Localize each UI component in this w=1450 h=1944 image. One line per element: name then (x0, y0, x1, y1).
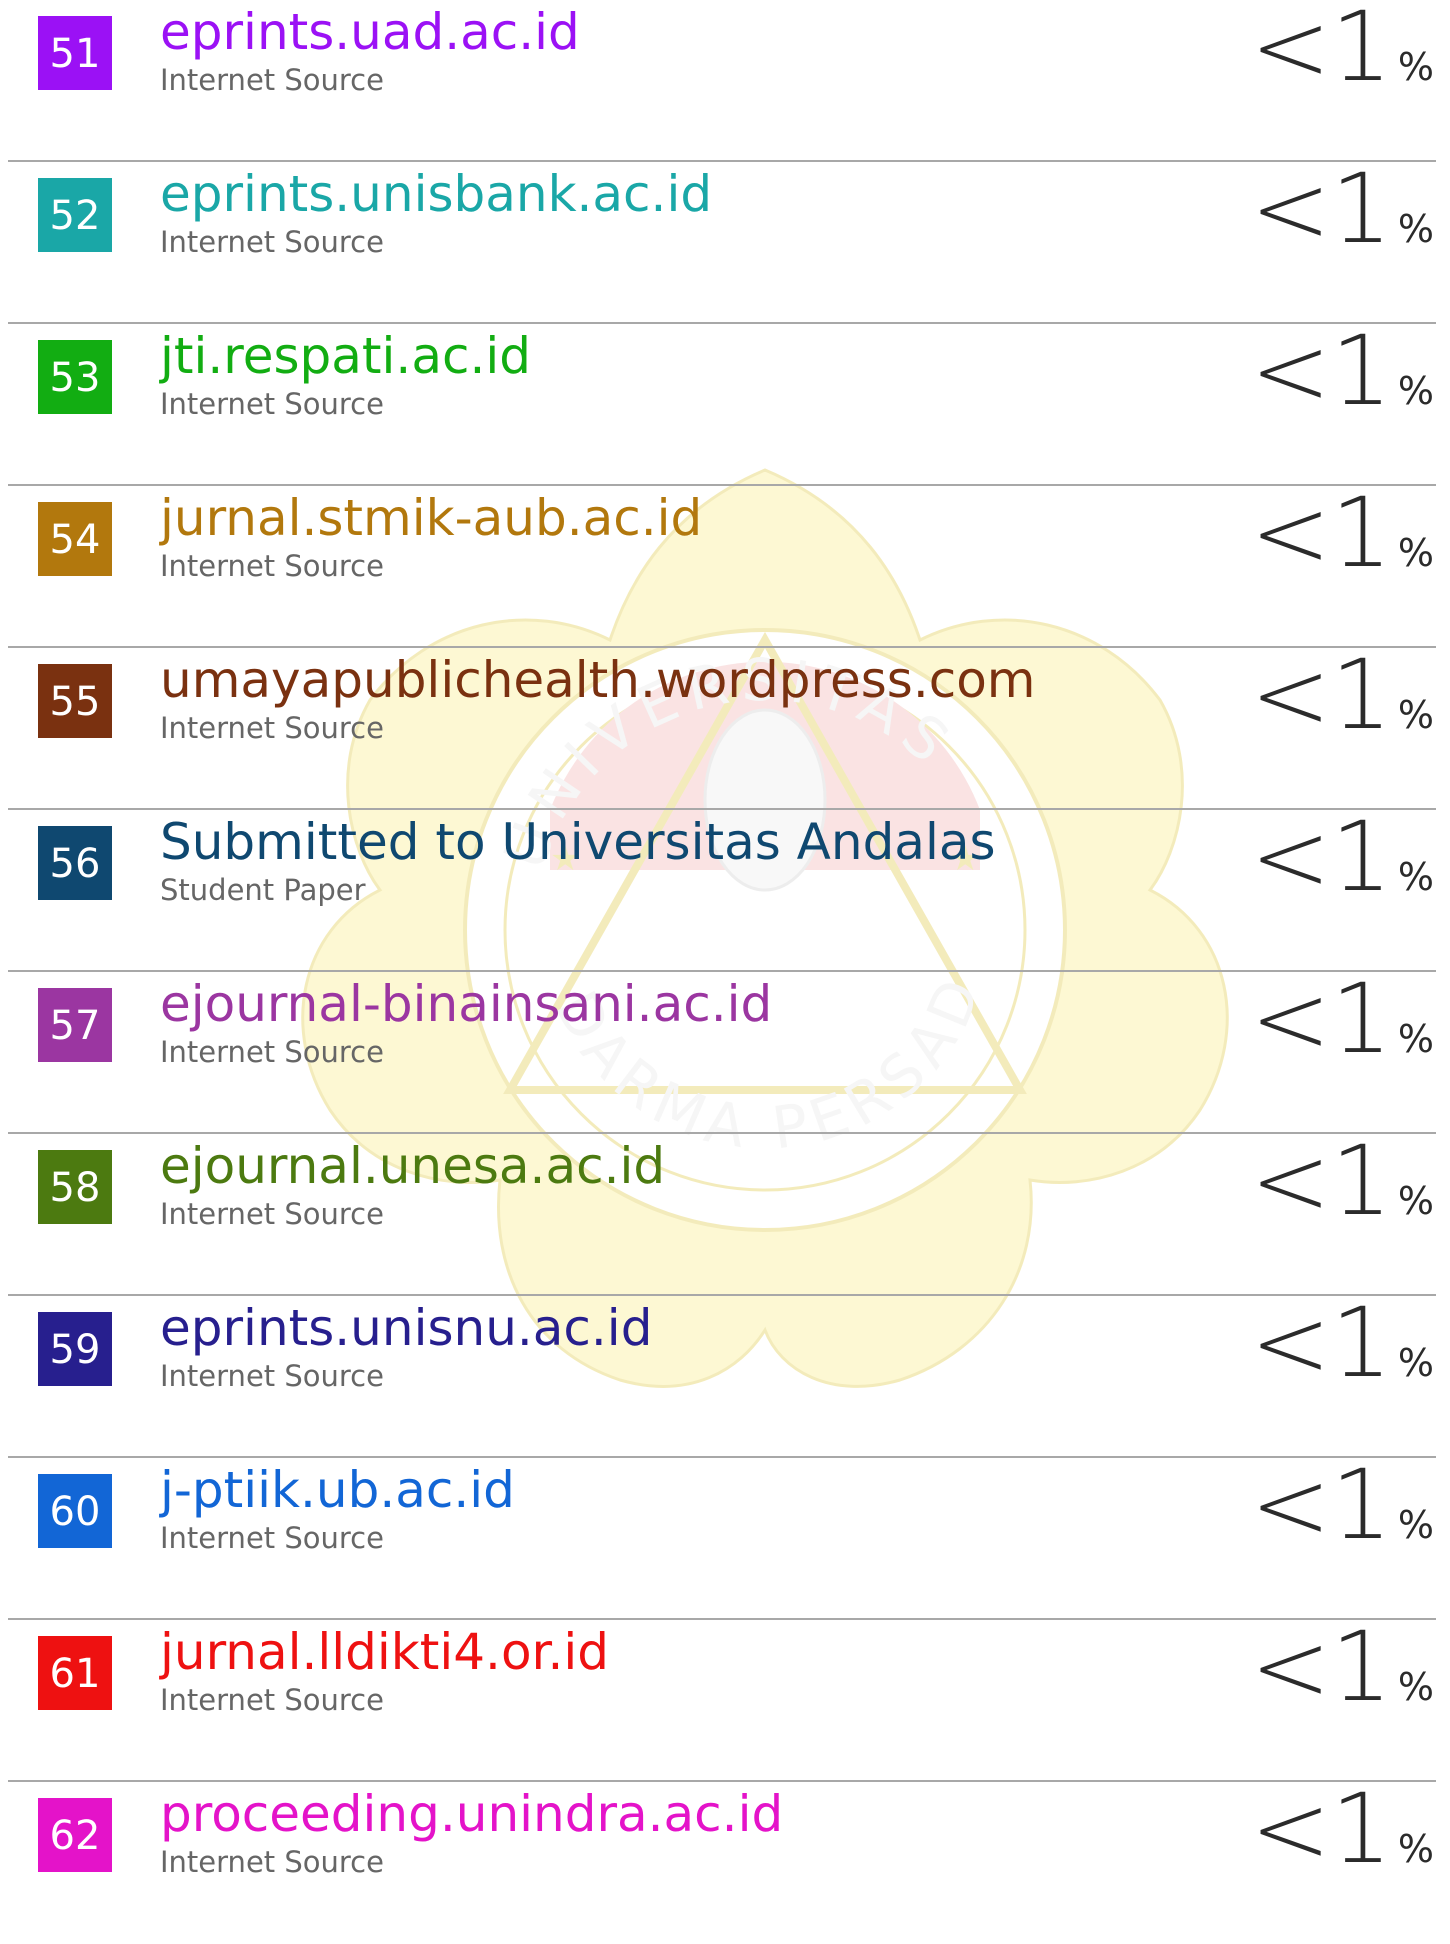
source-title[interactable]: eprints.unisnu.ac.id (160, 1298, 652, 1358)
source-title[interactable]: jurnal.lldikti4.or.id (160, 1622, 609, 1682)
source-type-label: Internet Source (160, 1845, 384, 1879)
source-type-label: Internet Source (160, 1359, 384, 1393)
match-percentage: <1% (1250, 1773, 1434, 1885)
rank-badge: 57 (38, 988, 112, 1062)
rank-badge: 60 (38, 1474, 112, 1548)
match-percentage: <1% (1250, 639, 1434, 751)
source-title[interactable]: jti.respati.ac.id (160, 326, 531, 386)
source-type-label: Internet Source (160, 549, 384, 583)
source-type-label: Internet Source (160, 387, 384, 421)
rank-badge: 62 (38, 1798, 112, 1872)
source-type-label: Internet Source (160, 225, 384, 259)
source-title[interactable]: proceeding.unindra.ac.id (160, 1784, 783, 1844)
source-row[interactable]: 55 umayapublichealth.wordpress.com Inter… (0, 640, 1450, 810)
rank-badge: 58 (38, 1150, 112, 1224)
source-row[interactable]: 60 j-ptiik.ub.ac.id Internet Source <1% (0, 1450, 1450, 1620)
match-source-list: 51 eprints.uad.ac.id Internet Source <1%… (0, 0, 1450, 1944)
rank-badge: 52 (38, 178, 112, 252)
source-type-label: Internet Source (160, 63, 384, 97)
rank-badge: 61 (38, 1636, 112, 1710)
match-percentage: <1% (1250, 1611, 1434, 1723)
source-row[interactable]: 59 eprints.unisnu.ac.id Internet Source … (0, 1288, 1450, 1458)
source-type-label: Student Paper (160, 873, 366, 907)
source-row[interactable]: 62 proceeding.unindra.ac.id Internet Sou… (0, 1774, 1450, 1944)
match-percentage: <1% (1250, 315, 1434, 427)
source-title[interactable]: Submitted to Universitas Andalas (160, 812, 996, 872)
rank-badge: 56 (38, 826, 112, 900)
source-title[interactable]: ejournal-binainsani.ac.id (160, 974, 772, 1034)
match-percentage: <1% (1250, 1287, 1434, 1399)
source-row[interactable]: 61 jurnal.lldikti4.or.id Internet Source… (0, 1612, 1450, 1782)
source-title[interactable]: eprints.uad.ac.id (160, 2, 580, 62)
source-title[interactable]: jurnal.stmik-aub.ac.id (160, 488, 702, 548)
source-row[interactable]: 56 Submitted to Universitas Andalas Stud… (0, 802, 1450, 972)
match-percentage: <1% (1250, 0, 1434, 103)
source-type-label: Internet Source (160, 1035, 384, 1069)
source-type-label: Internet Source (160, 1521, 384, 1555)
source-type-label: Internet Source (160, 1683, 384, 1717)
source-row[interactable]: 58 ejournal.unesa.ac.id Internet Source … (0, 1126, 1450, 1296)
source-row[interactable]: 57 ejournal-binainsani.ac.id Internet So… (0, 964, 1450, 1134)
rank-badge: 55 (38, 664, 112, 738)
match-percentage: <1% (1250, 153, 1434, 265)
source-title[interactable]: ejournal.unesa.ac.id (160, 1136, 665, 1196)
rank-badge: 54 (38, 502, 112, 576)
match-percentage: <1% (1250, 1449, 1434, 1561)
source-row[interactable]: 54 jurnal.stmik-aub.ac.id Internet Sourc… (0, 478, 1450, 648)
source-title[interactable]: eprints.unisbank.ac.id (160, 164, 712, 224)
rank-badge: 51 (38, 16, 112, 90)
source-type-label: Internet Source (160, 1197, 384, 1231)
source-title[interactable]: j-ptiik.ub.ac.id (160, 1460, 515, 1520)
rank-badge: 53 (38, 340, 112, 414)
source-title[interactable]: umayapublichealth.wordpress.com (160, 650, 1036, 710)
rank-badge: 59 (38, 1312, 112, 1386)
match-percentage: <1% (1250, 801, 1434, 913)
match-percentage: <1% (1250, 963, 1434, 1075)
match-percentage: <1% (1250, 477, 1434, 589)
source-type-label: Internet Source (160, 711, 384, 745)
match-percentage: <1% (1250, 1125, 1434, 1237)
source-row[interactable]: 52 eprints.unisbank.ac.id Internet Sourc… (0, 154, 1450, 324)
source-row[interactable]: 51 eprints.uad.ac.id Internet Source <1% (0, 0, 1450, 162)
source-row[interactable]: 53 jti.respati.ac.id Internet Source <1% (0, 316, 1450, 486)
